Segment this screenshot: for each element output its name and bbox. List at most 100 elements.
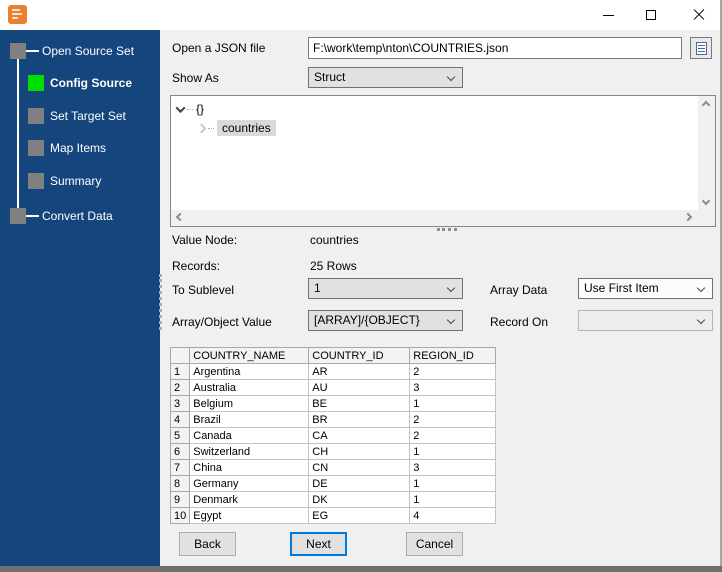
next-button[interactable]: Next [290, 532, 347, 556]
to-sublevel-select[interactable]: 1 [308, 278, 463, 299]
show-as-select[interactable]: Struct [308, 67, 463, 88]
grid-header-row: COUNTRY_NAME COUNTRY_ID REGION_ID [169, 347, 497, 364]
step-square-icon [10, 43, 26, 59]
sidebar-step-open-source-set[interactable]: Open Source Set [10, 43, 134, 59]
cell-country-name: Switzerland [189, 443, 310, 460]
chevron-down-icon [446, 283, 456, 293]
vertical-splitter-grip[interactable] [159, 274, 162, 330]
row-number: 9 [169, 491, 191, 508]
value-node-value: countries [310, 233, 359, 247]
tree-leader-dots [208, 127, 214, 129]
scroll-up-icon[interactable] [701, 100, 711, 110]
cell-country-id: AR [308, 363, 411, 380]
document-icon [695, 41, 707, 55]
sidebar-step-config-source[interactable]: Config Source [28, 75, 132, 91]
to-sublevel-label: To Sublevel [172, 283, 235, 297]
table-row[interactable]: 4 Brazil BR 2 [169, 411, 497, 428]
tree-vertical-scrollbar[interactable] [698, 96, 715, 210]
show-as-value: Struct [314, 70, 346, 84]
sidebar-step-map-items[interactable]: Map Items [28, 140, 106, 156]
scroll-left-icon[interactable] [175, 212, 185, 222]
row-number: 1 [169, 363, 191, 380]
value-node-label: Value Node: [172, 233, 238, 247]
tree-root-label: {} [196, 102, 205, 116]
array-object-value-label: Array/Object Value [172, 315, 272, 329]
tree-node-root[interactable]: {} [175, 102, 205, 116]
table-row[interactable]: 5 Canada CA 2 [169, 427, 497, 444]
tree-collapsed-icon[interactable] [196, 123, 207, 133]
cell-country-name: Brazil [189, 411, 310, 428]
table-row[interactable]: 6 Switzerland CH 1 [169, 443, 497, 460]
row-number: 7 [169, 459, 191, 476]
cell-region-id: 4 [409, 507, 497, 524]
show-as-label: Show As [172, 71, 219, 85]
cell-country-name: Australia [189, 379, 310, 396]
minimize-icon [602, 14, 614, 16]
tree-horizontal-scrollbar[interactable] [171, 210, 715, 226]
cell-country-id: BR [308, 411, 411, 428]
maximize-icon [646, 10, 656, 20]
maximize-button[interactable] [636, 4, 666, 26]
table-row[interactable]: 10 Egypt EG 4 [169, 507, 497, 524]
table-row[interactable]: 2 Australia AU 3 [169, 379, 497, 396]
tree-expanded-icon[interactable] [175, 102, 186, 113]
horizontal-splitter-grip[interactable] [437, 228, 457, 231]
column-header: REGION_ID [409, 347, 497, 364]
step-square-icon [28, 173, 44, 189]
table-row[interactable]: 3 Belgium BE 1 [169, 395, 497, 412]
cell-region-id: 1 [409, 491, 497, 508]
cell-region-id: 1 [409, 475, 497, 492]
cell-country-name: Canada [189, 427, 310, 444]
step-label: Open Source Set [42, 44, 135, 58]
scroll-right-icon[interactable] [683, 212, 693, 222]
table-row[interactable]: 9 Denmark DK 1 [169, 491, 497, 508]
sidebar-step-summary[interactable]: Summary [28, 173, 101, 189]
scroll-down-icon[interactable] [701, 196, 711, 206]
row-number-header [169, 347, 191, 364]
cell-region-id: 2 [409, 411, 497, 428]
step-label: Convert Data [42, 209, 113, 223]
array-object-value-select[interactable]: [ARRAY]/{OBJECT} [308, 310, 463, 331]
browse-file-button[interactable] [690, 37, 712, 59]
row-number: 3 [169, 395, 191, 412]
array-data-value: Use First Item [584, 281, 659, 295]
preview-data-grid: COUNTRY_NAME COUNTRY_ID REGION_ID 1 Arge… [169, 347, 497, 524]
row-number: 8 [169, 475, 191, 492]
row-number: 2 [169, 379, 191, 396]
table-row[interactable]: 1 Argentina AR 2 [169, 363, 497, 380]
cell-country-name: Denmark [189, 491, 310, 508]
step-connector-line [17, 51, 19, 217]
sidebar-step-set-target-set[interactable]: Set Target Set [28, 108, 126, 124]
tree-node-countries[interactable]: countries [196, 120, 276, 136]
cell-country-id: CN [308, 459, 411, 476]
step-label: Summary [50, 174, 102, 188]
record-on-select[interactable] [578, 310, 713, 331]
row-number: 4 [169, 411, 191, 428]
chevron-down-icon [446, 315, 456, 325]
minimize-button[interactable] [593, 4, 623, 26]
cell-country-id: BE [308, 395, 411, 412]
record-on-label: Record On [490, 315, 549, 329]
close-button[interactable] [684, 4, 714, 26]
cell-country-name: China [189, 459, 310, 476]
array-object-value-value: [ARRAY]/{OBJECT} [314, 313, 420, 327]
table-row[interactable]: 8 Germany DE 1 [169, 475, 497, 492]
array-data-select[interactable]: Use First Item [578, 278, 713, 299]
row-number: 5 [169, 427, 191, 444]
row-number: 6 [169, 443, 191, 460]
json-file-path-input[interactable] [308, 37, 682, 59]
close-icon [693, 9, 705, 21]
records-value: 25 Rows [310, 259, 357, 273]
sidebar-step-convert-data[interactable]: Convert Data [10, 208, 113, 224]
cancel-button[interactable]: Cancel [406, 532, 463, 556]
titlebar [0, 0, 722, 30]
chevron-down-icon [696, 283, 706, 293]
row-number: 10 [169, 507, 191, 524]
cell-country-id: EG [308, 507, 411, 524]
step-label: Map Items [50, 141, 107, 155]
cell-country-name: Argentina [189, 363, 310, 380]
window-bottom-border[interactable] [0, 566, 722, 572]
table-row[interactable]: 7 China CN 3 [169, 459, 497, 476]
back-button[interactable]: Back [179, 532, 236, 556]
step-square-icon [28, 108, 44, 124]
